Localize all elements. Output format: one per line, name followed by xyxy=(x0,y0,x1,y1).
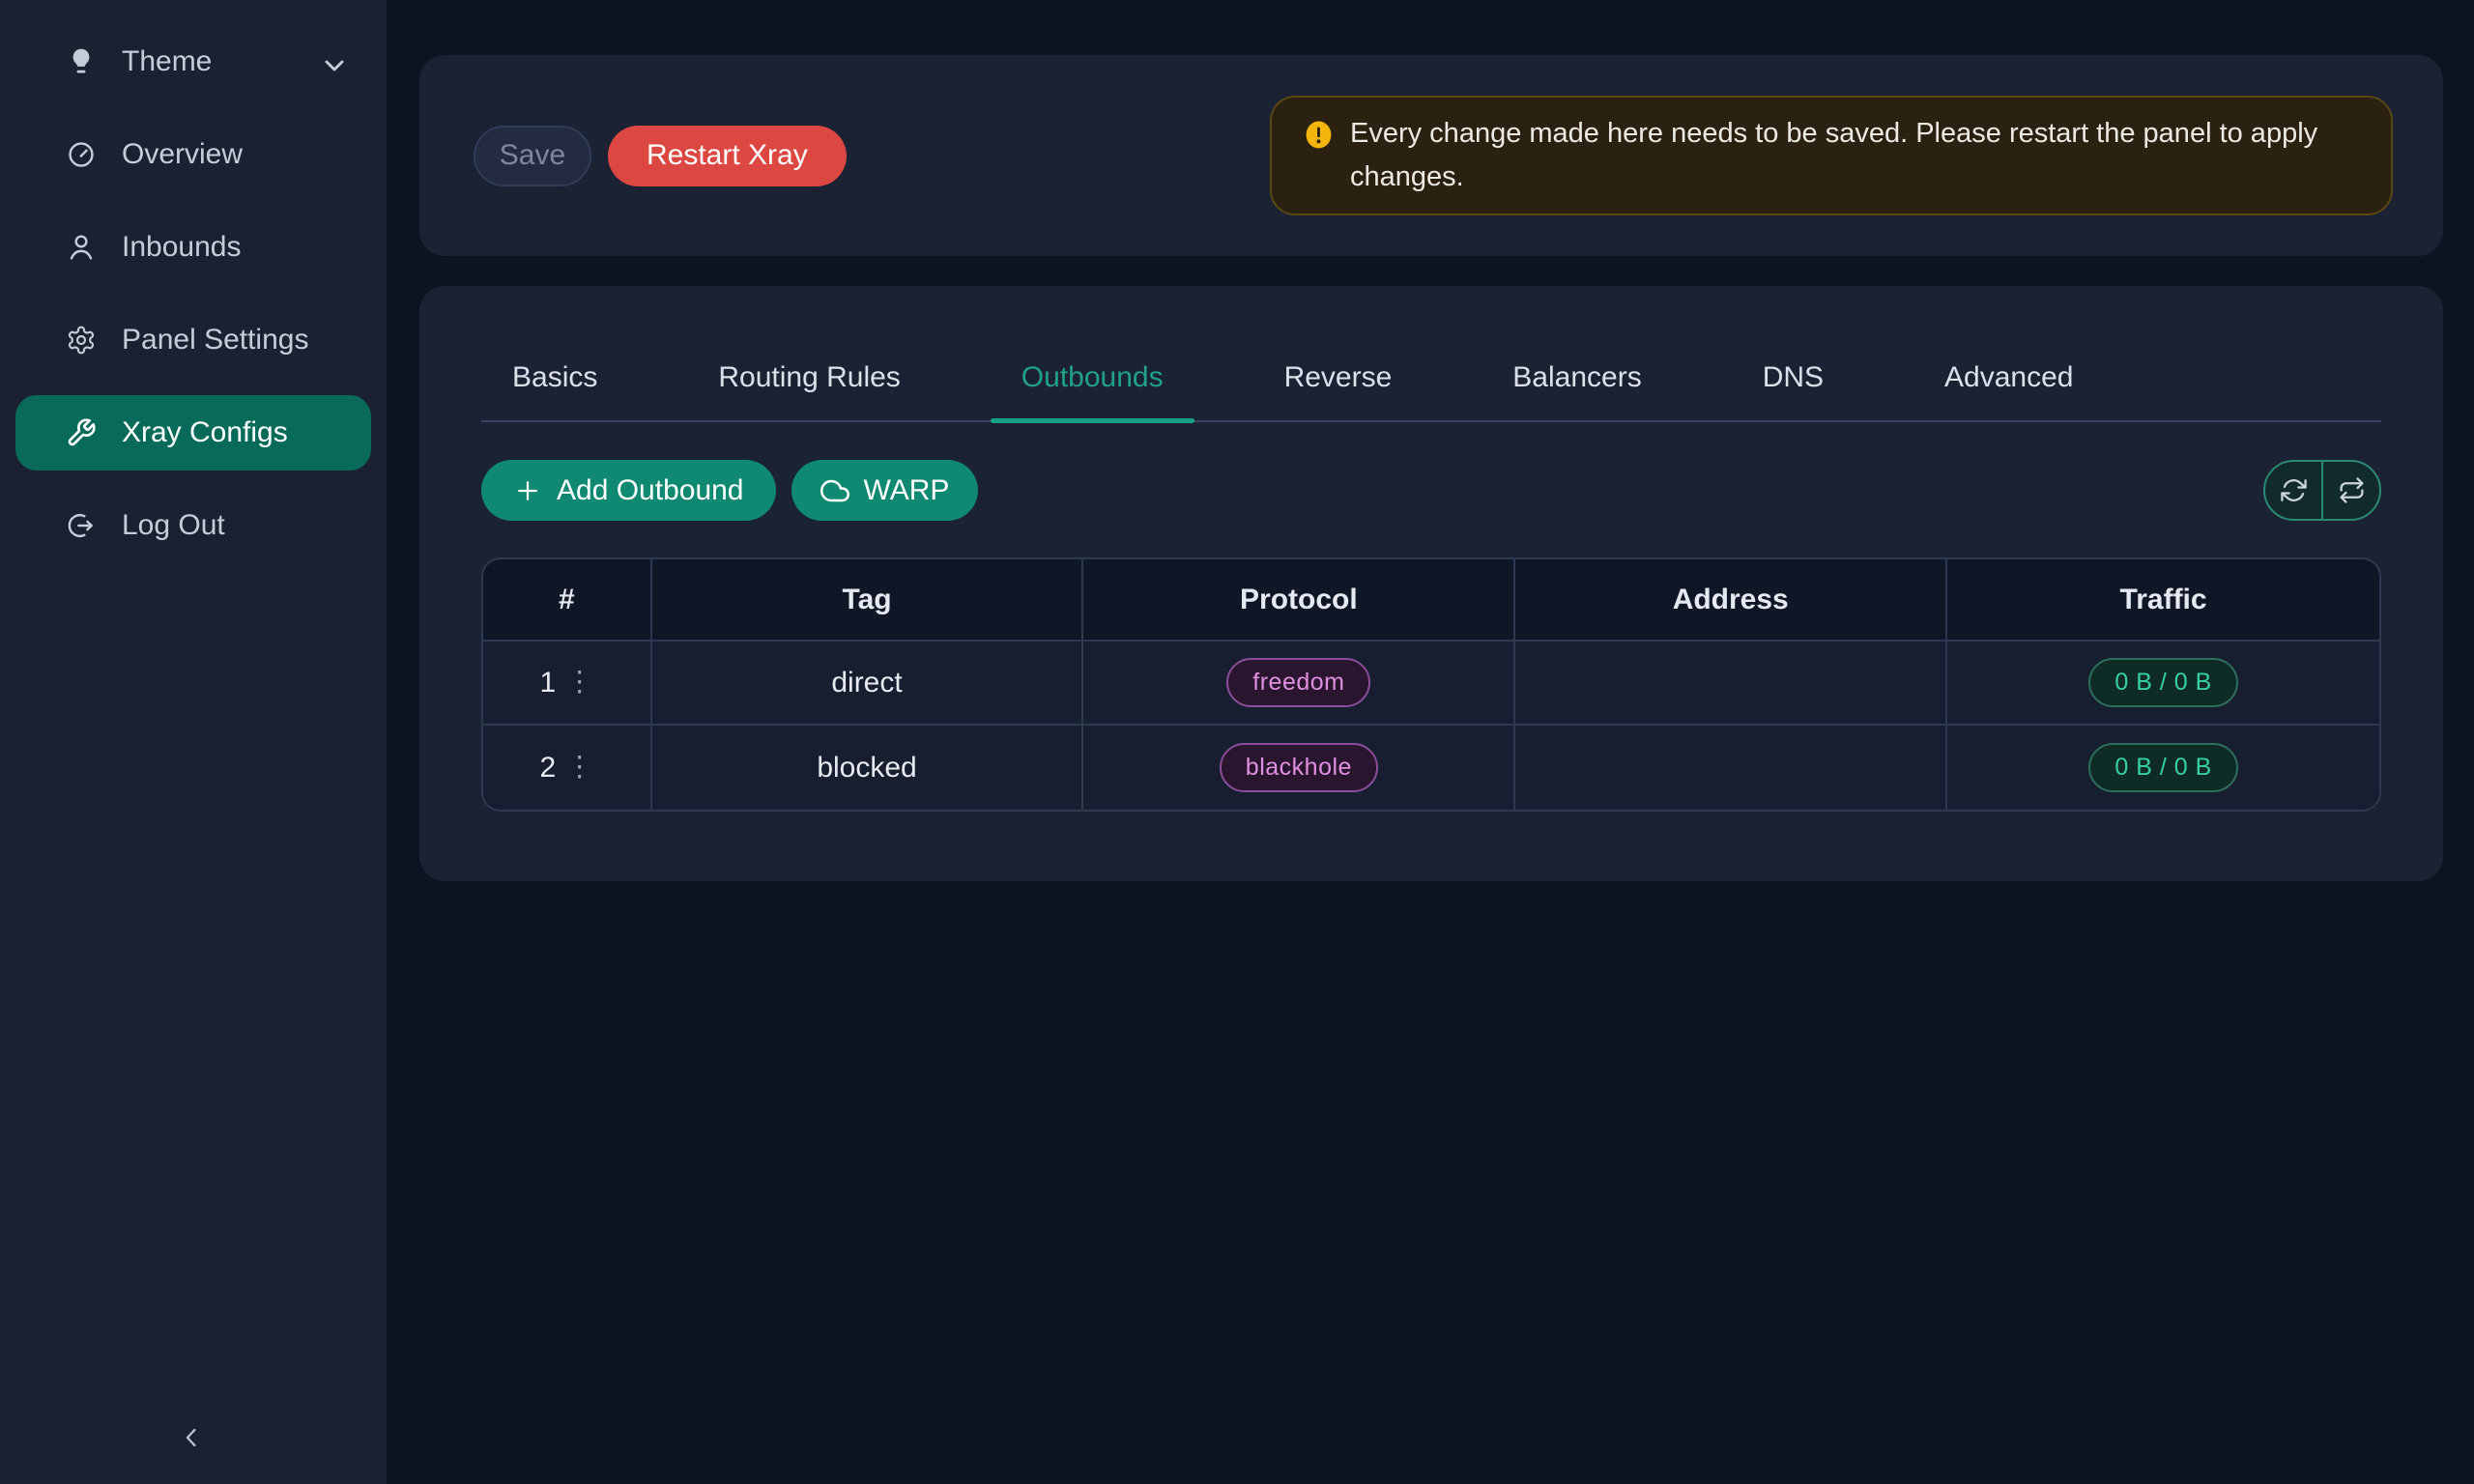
sidebar-item-label: Theme xyxy=(122,45,212,78)
outbounds-actions-row: Add Outbound WARP xyxy=(481,460,2381,521)
toolbar-buttons: Save Restart Xray xyxy=(474,126,847,186)
col-header-traffic: Traffic xyxy=(1947,559,2379,642)
repeat-icon xyxy=(2338,476,2366,504)
logout-icon xyxy=(66,510,97,541)
table-row: 1 ⋮ direct freedom 0 B / 0 B xyxy=(483,642,2379,726)
sidebar-item-panel-settings[interactable]: Panel Settings xyxy=(15,302,371,378)
col-header-address: Address xyxy=(1515,559,1947,642)
col-header-index: # xyxy=(483,559,652,642)
row-index: 1 xyxy=(539,667,556,699)
config-tabs: Basics Routing Rules Outbounds Reverse B… xyxy=(481,286,2381,422)
sidebar-item-label: Xray Configs xyxy=(122,416,288,449)
user-icon xyxy=(66,232,97,263)
traffic-badge: 0 B / 0 B xyxy=(2088,743,2237,792)
xray-config-card: Basics Routing Rules Outbounds Reverse B… xyxy=(419,286,2443,881)
warp-label: WARP xyxy=(864,474,950,507)
chevron-down-icon xyxy=(319,50,342,73)
toolbar-card: Save Restart Xray Every change made here… xyxy=(419,55,2443,256)
sidebar-item-inbounds[interactable]: Inbounds xyxy=(15,210,371,285)
add-outbound-label: Add Outbound xyxy=(557,474,744,507)
sidebar: Theme Overview xyxy=(0,0,387,1484)
sidebar-item-overview[interactable]: Overview xyxy=(15,117,371,192)
sidebar-nav: Theme Overview xyxy=(0,0,387,563)
table-row: 2 ⋮ blocked blackhole 0 B / 0 B xyxy=(483,726,2379,810)
row-index: 2 xyxy=(539,752,556,785)
gear-icon xyxy=(66,325,97,356)
tab-balancers[interactable]: Balancers xyxy=(1482,361,1672,420)
protocol-badge: blackhole xyxy=(1220,743,1378,792)
reload-table-button[interactable] xyxy=(2321,462,2379,519)
col-header-tag: Tag xyxy=(652,559,1084,642)
sidebar-item-label: Overview xyxy=(122,138,243,171)
sync-icon xyxy=(2280,476,2308,504)
sidebar-item-label: Panel Settings xyxy=(122,324,308,357)
traffic-badge: 0 B / 0 B xyxy=(2088,658,2237,707)
protocol-badge: freedom xyxy=(1226,658,1370,707)
restart-warning-alert: Every change made here needs to be saved… xyxy=(1270,96,2393,215)
alert-message: Every change made here needs to be saved… xyxy=(1350,112,2355,199)
sidebar-item-log-out[interactable]: Log Out xyxy=(15,488,371,563)
chevron-left-icon xyxy=(176,1422,207,1453)
col-header-protocol: Protocol xyxy=(1083,559,1515,642)
outbounds-table: # Tag Protocol Address Traffic 1 xyxy=(481,557,2381,812)
add-outbound-button[interactable]: Add Outbound xyxy=(481,460,776,521)
sidebar-item-label: Inbounds xyxy=(122,231,241,264)
row-menu-icon[interactable]: ⋮ xyxy=(565,669,593,697)
warp-button[interactable]: WARP xyxy=(791,460,979,521)
bulb-icon xyxy=(66,46,97,77)
main-content: Save Restart Xray Every change made here… xyxy=(387,0,2474,1484)
plus-icon xyxy=(513,476,542,505)
sidebar-collapse-button[interactable] xyxy=(172,1418,211,1457)
tab-outbounds[interactable]: Outbounds xyxy=(991,361,1194,420)
wrench-icon xyxy=(66,417,97,448)
table-header-row: # Tag Protocol Address Traffic xyxy=(483,559,2379,642)
tab-routing-rules[interactable]: Routing Rules xyxy=(687,361,931,420)
refresh-button[interactable] xyxy=(2265,462,2321,519)
warning-icon xyxy=(1304,120,1334,150)
table-tools-group xyxy=(2263,460,2381,521)
tag-cell: direct xyxy=(652,642,1084,726)
cloud-icon xyxy=(820,476,849,505)
restart-xray-button[interactable]: Restart Xray xyxy=(608,126,847,186)
sidebar-item-xray-configs[interactable]: Xray Configs xyxy=(15,395,371,471)
tab-advanced[interactable]: Advanced xyxy=(1913,361,2104,420)
address-cell xyxy=(1515,642,1947,726)
app-root: Theme Overview xyxy=(0,0,2474,1484)
row-menu-icon[interactable]: ⋮ xyxy=(565,754,593,782)
sidebar-item-theme[interactable]: Theme xyxy=(15,24,371,100)
sidebar-item-label: Log Out xyxy=(122,509,225,542)
save-button[interactable]: Save xyxy=(474,126,591,186)
dashboard-icon xyxy=(66,139,97,170)
address-cell xyxy=(1515,726,1947,810)
tag-cell: blocked xyxy=(652,726,1084,810)
tab-basics[interactable]: Basics xyxy=(481,361,628,420)
tab-dns[interactable]: DNS xyxy=(1732,361,1855,420)
tab-reverse[interactable]: Reverse xyxy=(1253,361,1424,420)
